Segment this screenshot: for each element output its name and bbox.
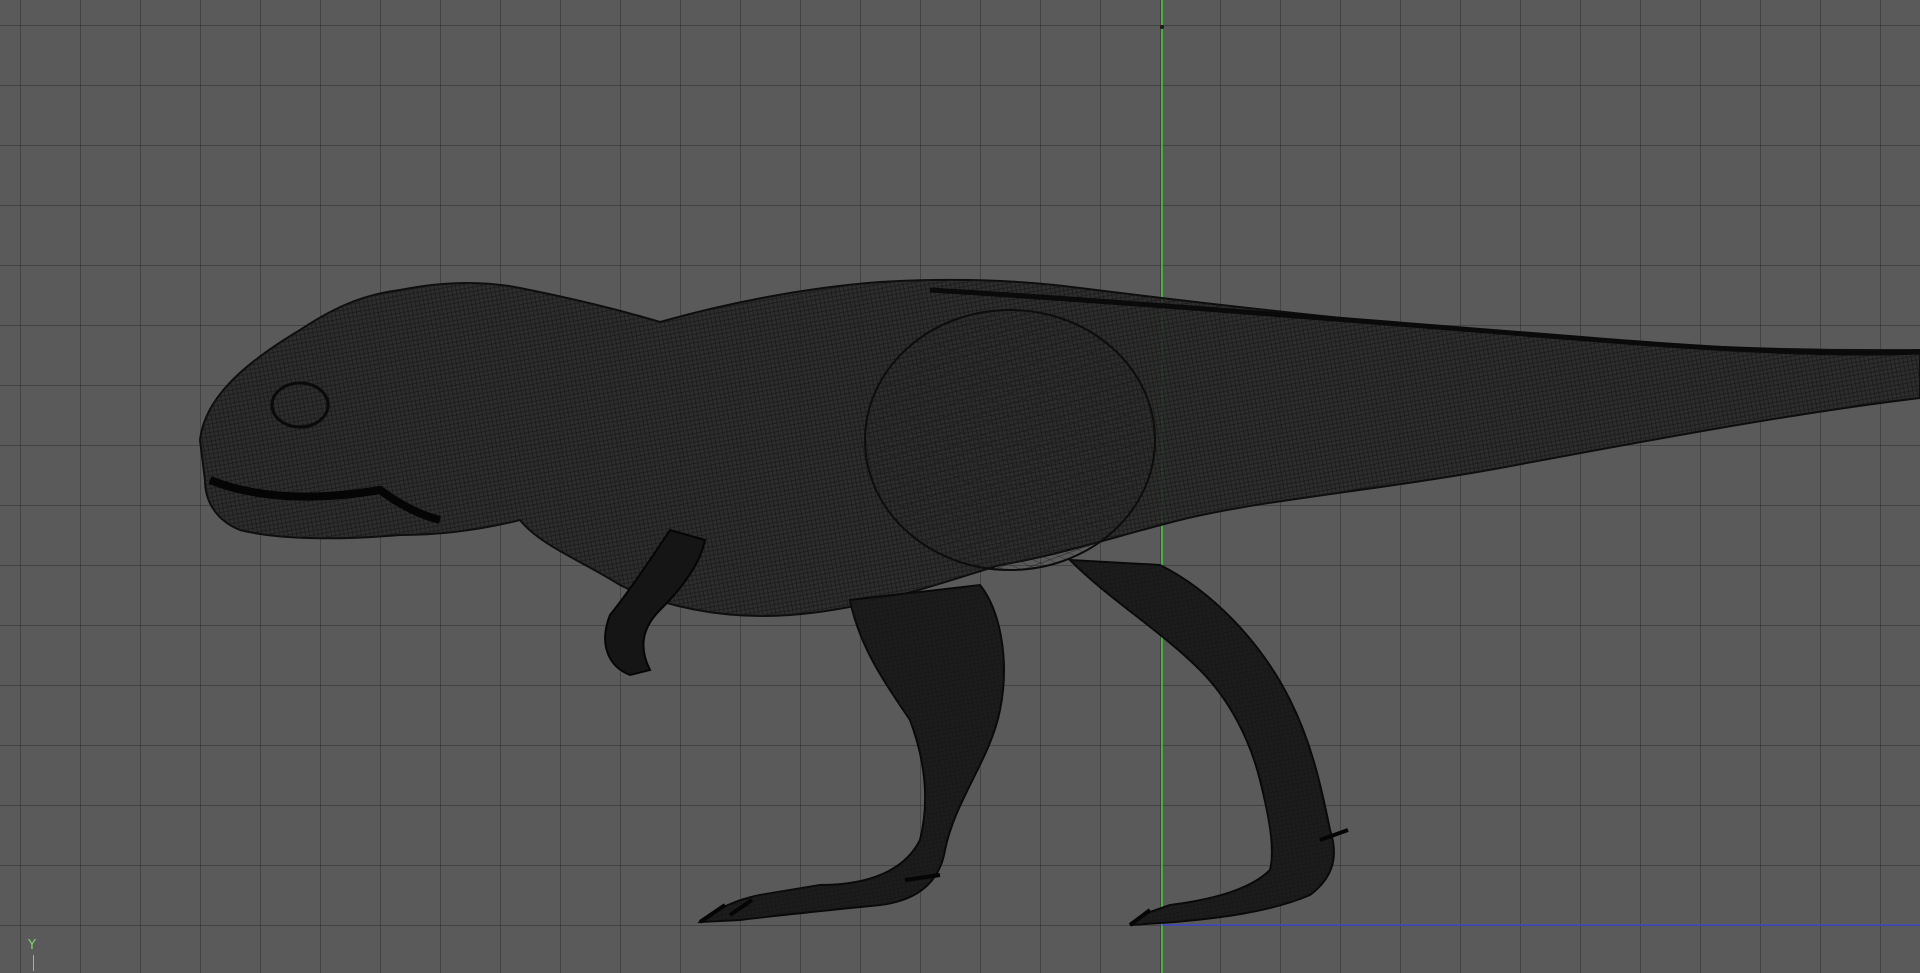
y-axis-label: Y <box>28 938 36 953</box>
thigh-mesh <box>864 309 1156 571</box>
y-axis-gizmo-line <box>33 955 34 971</box>
wireframe-scene[interactable] <box>0 0 1920 973</box>
3d-viewport[interactable]: Y <box>0 0 1920 973</box>
dinosaur-wireframe-model[interactable] <box>198 279 1920 927</box>
pivot-dot <box>1160 25 1164 29</box>
